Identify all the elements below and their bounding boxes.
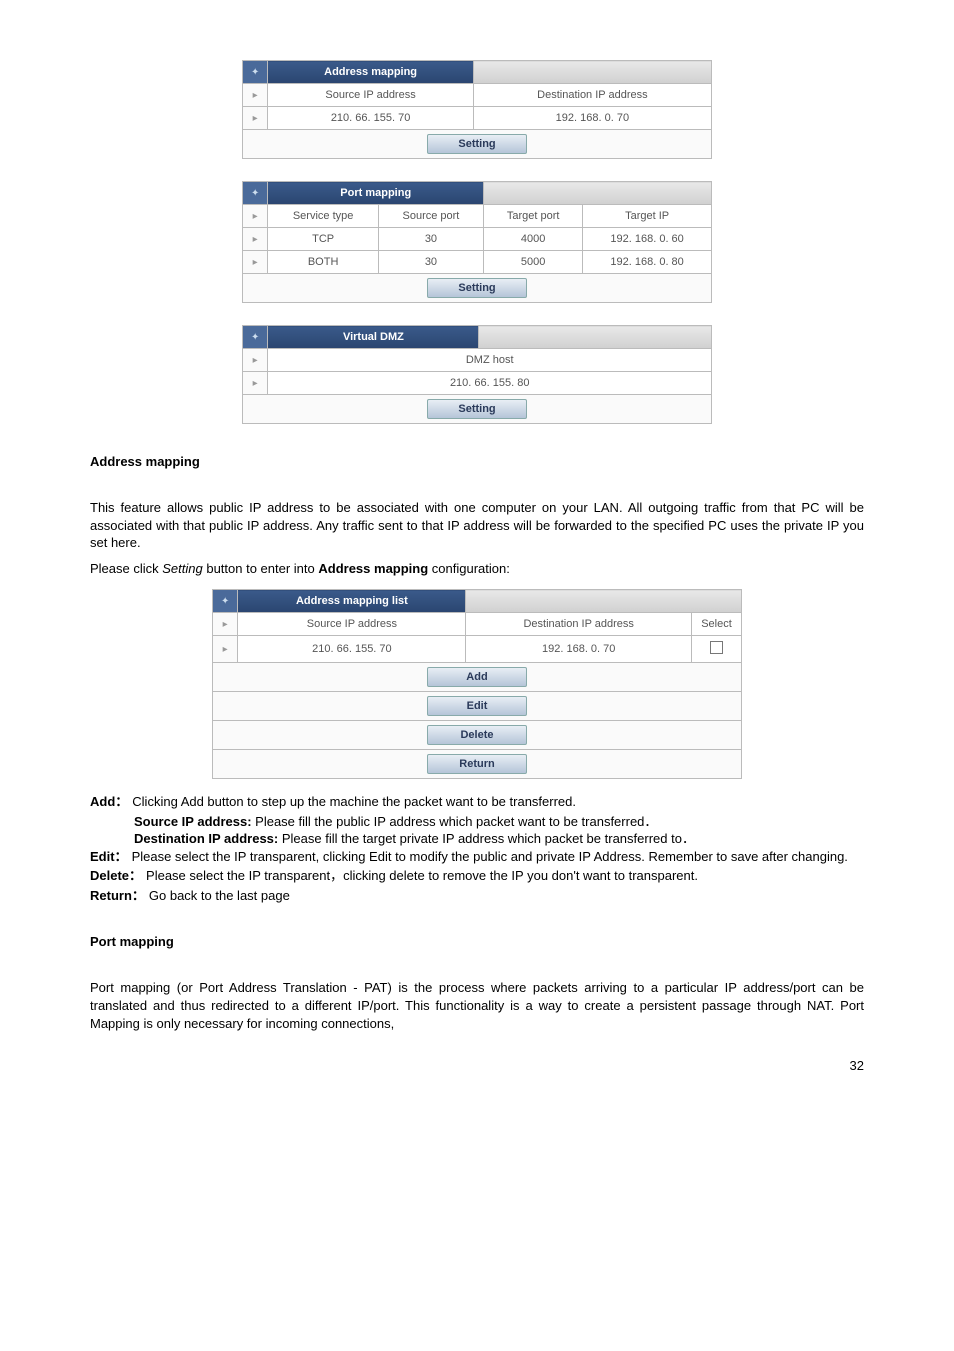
target-port-value: 5000	[484, 251, 583, 274]
target-ip-header: Target IP	[583, 205, 712, 228]
destination-ip-value: 192. 168. 0. 70	[466, 636, 692, 663]
header-blank	[466, 590, 742, 613]
port-mapping-paragraph-1: Port mapping (or Port Address Translatio…	[90, 979, 864, 1032]
destination-ip-definition: Destination IP address: Please fill the …	[90, 830, 864, 848]
add-button[interactable]: Add	[427, 667, 527, 687]
row-marker: ▸	[243, 84, 268, 107]
edit-button[interactable]: Edit	[427, 696, 527, 716]
select-checkbox[interactable]	[710, 641, 723, 654]
setting-button[interactable]: Setting	[427, 278, 527, 298]
address-mapping-heading: Address mapping	[90, 454, 864, 469]
dmz-host-header: DMZ host	[268, 349, 712, 372]
source-ip-definition: Source IP address: Please fill the publi…	[90, 813, 864, 831]
row-marker: ▸	[213, 636, 238, 663]
dmz-host-value: 210. 66. 155. 80	[268, 372, 712, 395]
header-blank	[484, 182, 712, 205]
service-type-value: TCP	[268, 228, 378, 251]
delete-button[interactable]: Delete	[427, 725, 527, 745]
address-mapping-title: Address mapping	[268, 61, 473, 84]
target-port-value: 4000	[484, 228, 583, 251]
edit-term: Edit：	[90, 848, 128, 866]
table-corner: ✦	[213, 590, 238, 613]
return-term: Return：	[90, 887, 145, 905]
page-number: 32	[90, 1058, 864, 1073]
port-mapping-title: Port mapping	[268, 182, 484, 205]
port-mapping-table: ✦ Port mapping ▸ Service type Source por…	[242, 181, 712, 303]
table-corner: ✦	[243, 326, 268, 349]
setting-button[interactable]: Setting	[427, 399, 527, 419]
add-definition: Clicking Add button to step up the machi…	[128, 793, 864, 811]
destination-ip-header: Destination IP address	[466, 613, 692, 636]
source-ip-header: Source IP address	[238, 613, 466, 636]
header-blank	[473, 61, 711, 84]
destination-ip-value: 192. 168. 0. 70	[473, 107, 711, 130]
add-term: Add：	[90, 793, 128, 811]
address-mapping-list-table: ✦ Address mapping list ▸ Source IP addre…	[212, 589, 742, 779]
address-mapping-paragraph-1: This feature allows public IP address to…	[90, 499, 864, 552]
definitions-list: Add： Clicking Add button to step up the …	[90, 793, 864, 904]
row-marker: ▸	[243, 372, 268, 395]
target-port-header: Target port	[484, 205, 583, 228]
target-ip-value: 192. 168. 0. 60	[583, 228, 712, 251]
header-blank	[479, 326, 712, 349]
target-ip-value: 192. 168. 0. 80	[583, 251, 712, 274]
virtual-dmz-title: Virtual DMZ	[268, 326, 479, 349]
row-marker: ▸	[243, 228, 268, 251]
source-ip-value: 210. 66. 155. 70	[268, 107, 473, 130]
setting-button[interactable]: Setting	[427, 134, 527, 154]
service-type-value: BOTH	[268, 251, 378, 274]
address-mapping-list-title: Address mapping list	[238, 590, 466, 613]
delete-term: Delete：	[90, 867, 142, 885]
virtual-dmz-table: ✦ Virtual DMZ ▸ DMZ host ▸ 210. 66. 155.…	[242, 325, 712, 424]
source-port-value: 30	[378, 228, 483, 251]
return-definition: Go back to the last page	[145, 887, 864, 905]
service-type-header: Service type	[268, 205, 378, 228]
address-mapping-paragraph-2: Please click Setting button to enter int…	[90, 560, 864, 578]
select-header: Select	[692, 613, 742, 636]
address-mapping-table: ✦ Address mapping ▸ Source IP address De…	[242, 60, 712, 159]
source-ip-header: Source IP address	[268, 84, 473, 107]
destination-ip-header: Destination IP address	[473, 84, 711, 107]
source-ip-value: 210. 66. 155. 70	[238, 636, 466, 663]
table-corner: ✦	[243, 182, 268, 205]
delete-definition: Please select the IP transparent，clickin…	[142, 867, 864, 885]
row-marker: ▸	[243, 251, 268, 274]
return-button[interactable]: Return	[427, 754, 527, 774]
row-marker: ▸	[243, 205, 268, 228]
source-port-value: 30	[378, 251, 483, 274]
row-marker: ▸	[243, 349, 268, 372]
table-corner: ✦	[243, 61, 268, 84]
row-marker: ▸	[213, 613, 238, 636]
edit-definition: Please select the IP transparent, clicki…	[128, 848, 864, 866]
port-mapping-heading: Port mapping	[90, 934, 864, 949]
row-marker: ▸	[243, 107, 268, 130]
source-port-header: Source port	[378, 205, 483, 228]
